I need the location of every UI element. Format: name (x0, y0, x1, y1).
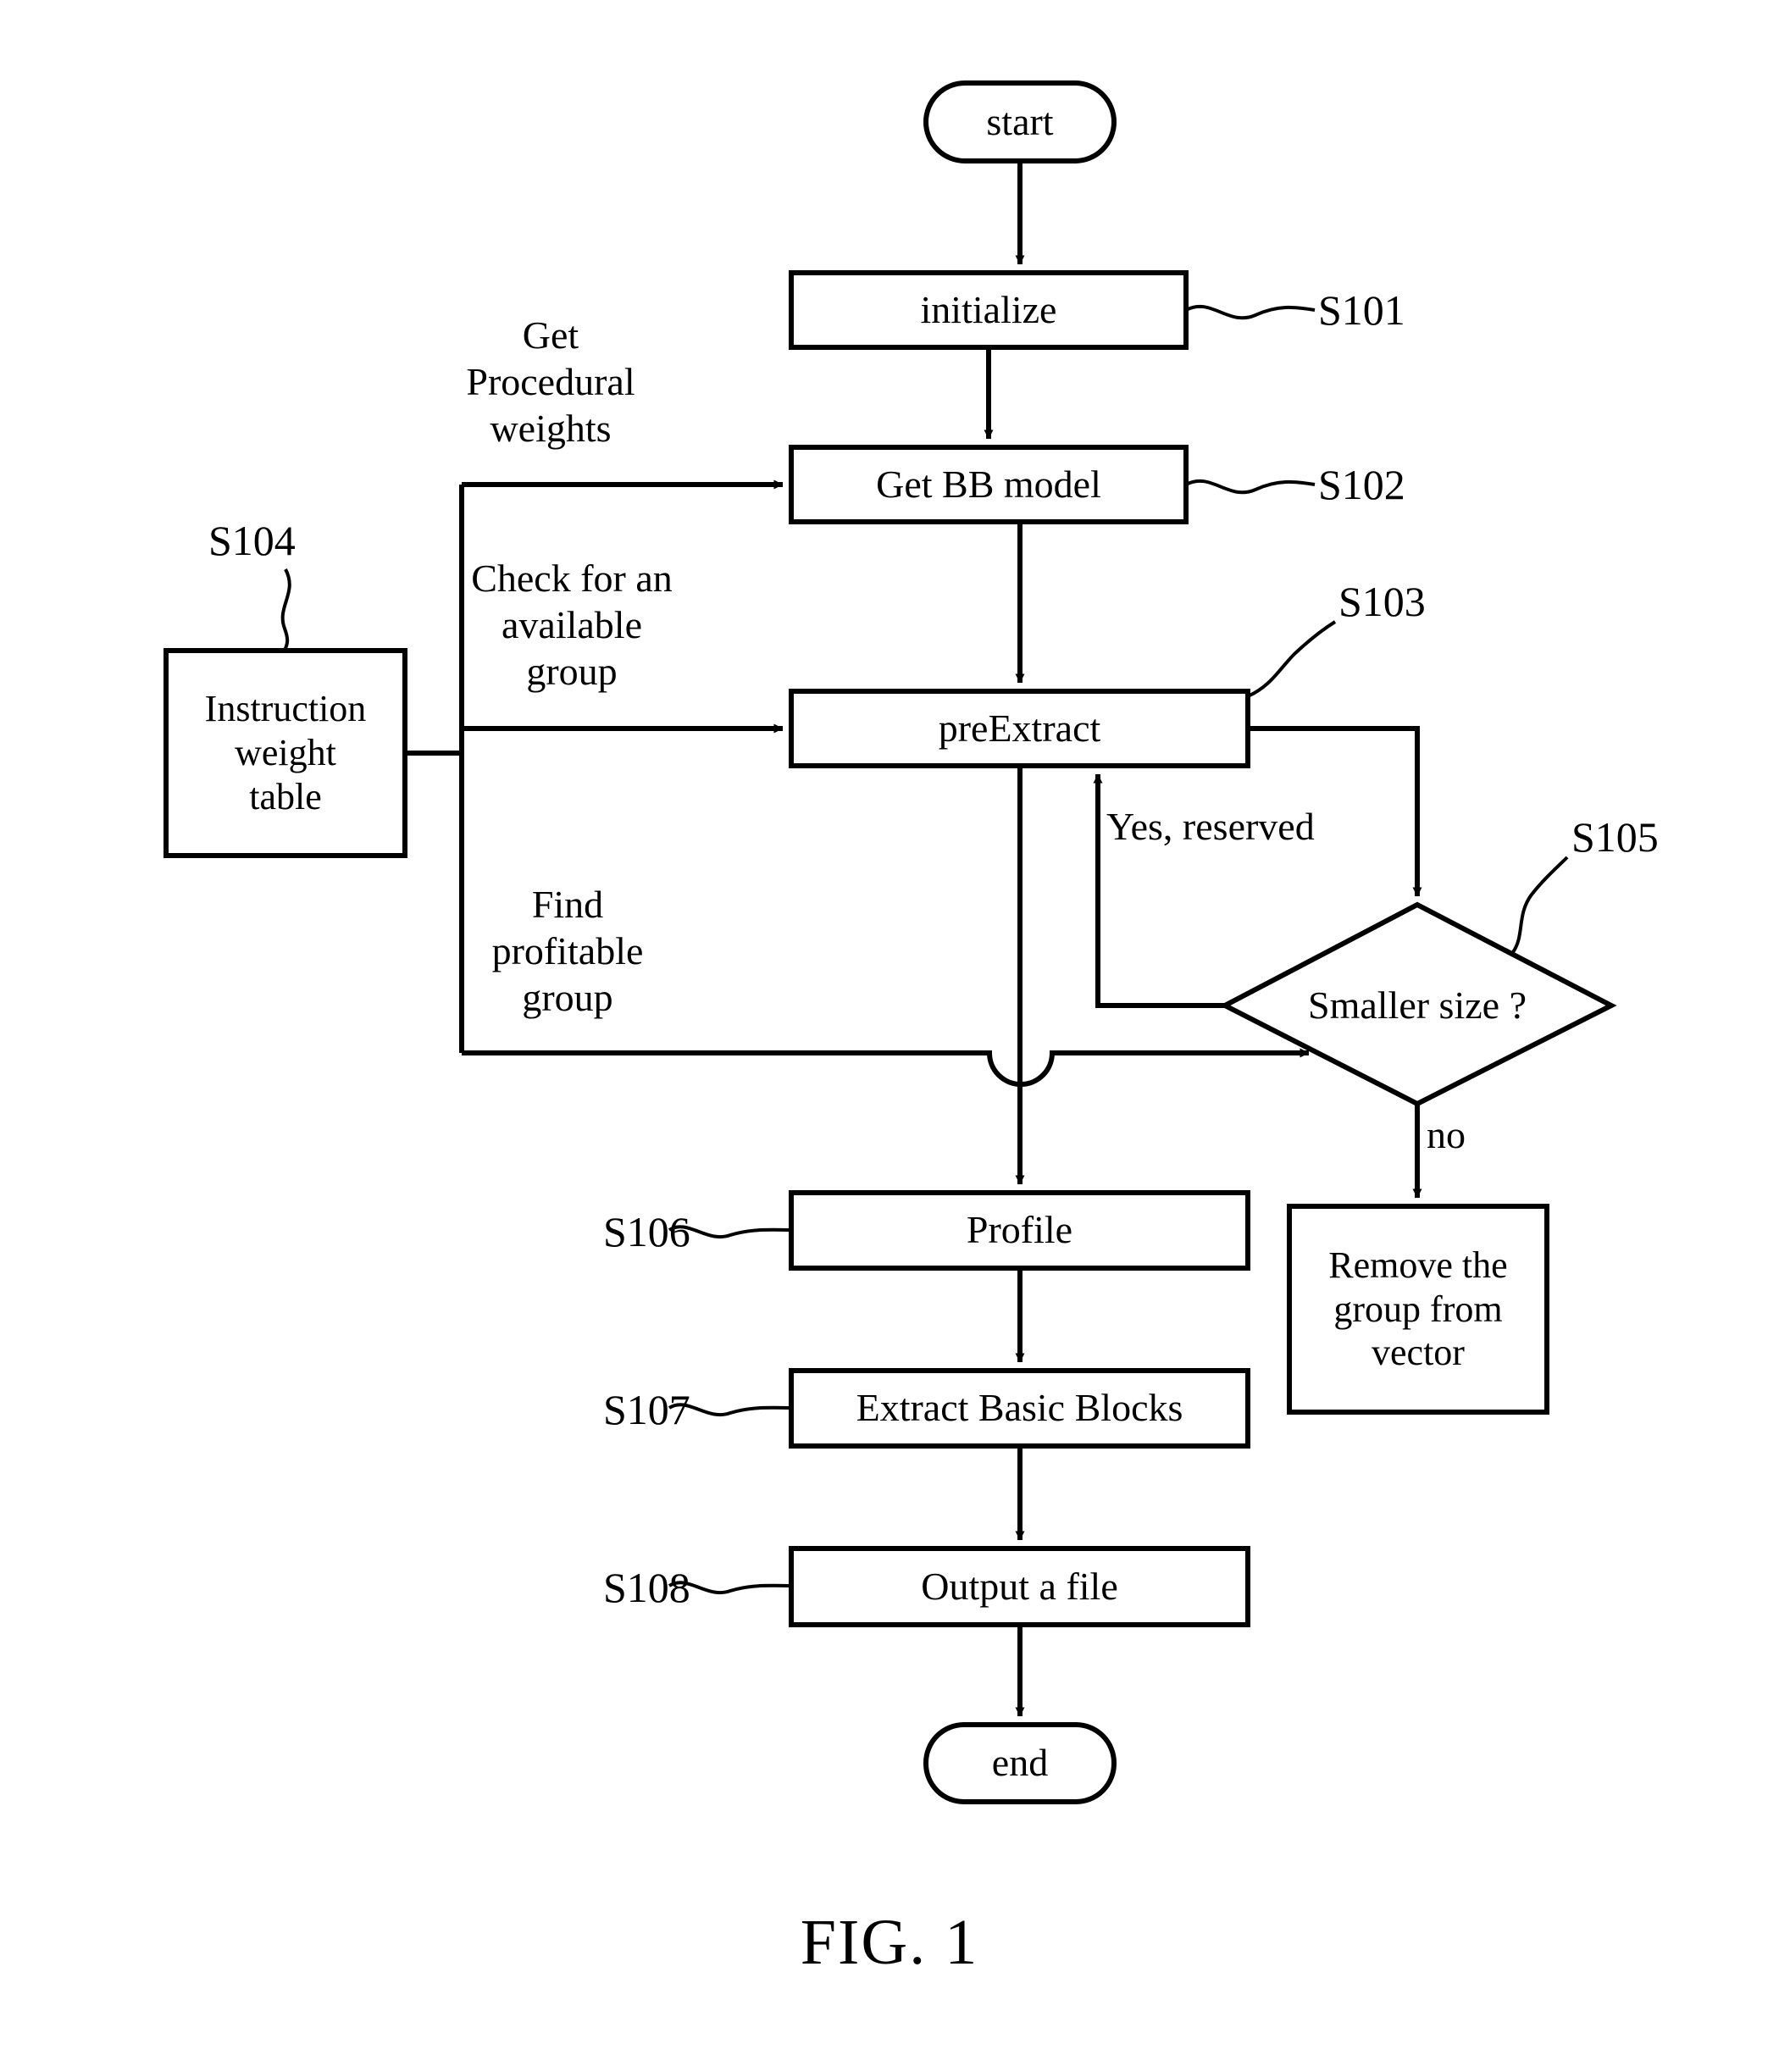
profile-box (789, 1190, 1250, 1271)
end-terminator (923, 1722, 1117, 1804)
step-label-s105: S105 (1571, 813, 1659, 861)
step-label-s108: S108 (603, 1564, 690, 1611)
step-label-s104: S104 (208, 517, 296, 564)
smaller-size-decision (1219, 901, 1617, 1107)
step-label-s107: S107 (603, 1386, 690, 1433)
step-label-s106: S106 (603, 1208, 690, 1255)
edge-label-find-profitable-group: Find profitable group (491, 883, 644, 1020)
initialize-box (789, 270, 1189, 350)
edge-label-no: no (1427, 1113, 1466, 1156)
get-bb-model-box (789, 445, 1189, 524)
step-label-s103: S103 (1338, 578, 1426, 625)
leader-s101 (1185, 304, 1316, 320)
edge-label-yes-reserved: Yes, reserved (1106, 805, 1315, 848)
leader-s105 (1511, 856, 1569, 954)
leader-s103 (1247, 620, 1337, 698)
edge-find-profitable-group (462, 1048, 1310, 1087)
remove-group-box (1287, 1204, 1549, 1415)
output-file-box (789, 1546, 1250, 1627)
figure-canvas: start initialize Get BB model preExtract… (0, 0, 1779, 2072)
start-terminator (923, 80, 1117, 163)
extract-basic-blocks-box (789, 1368, 1250, 1449)
leader-s104 (280, 568, 291, 651)
step-label-s102: S102 (1318, 461, 1405, 508)
leader-s102 (1185, 479, 1316, 495)
figure-caption: FIG. 1 (800, 1907, 979, 1978)
flowchart-svg (163, 80, 1617, 1804)
pre-extract-box (789, 689, 1250, 768)
edge-label-get-procedural-weights: Get Procedural weights (466, 313, 635, 451)
instruction-weight-table-box (163, 648, 407, 858)
edge-label-check-available-group: Check for an available group (471, 557, 673, 694)
step-label-s101: S101 (1318, 286, 1405, 334)
